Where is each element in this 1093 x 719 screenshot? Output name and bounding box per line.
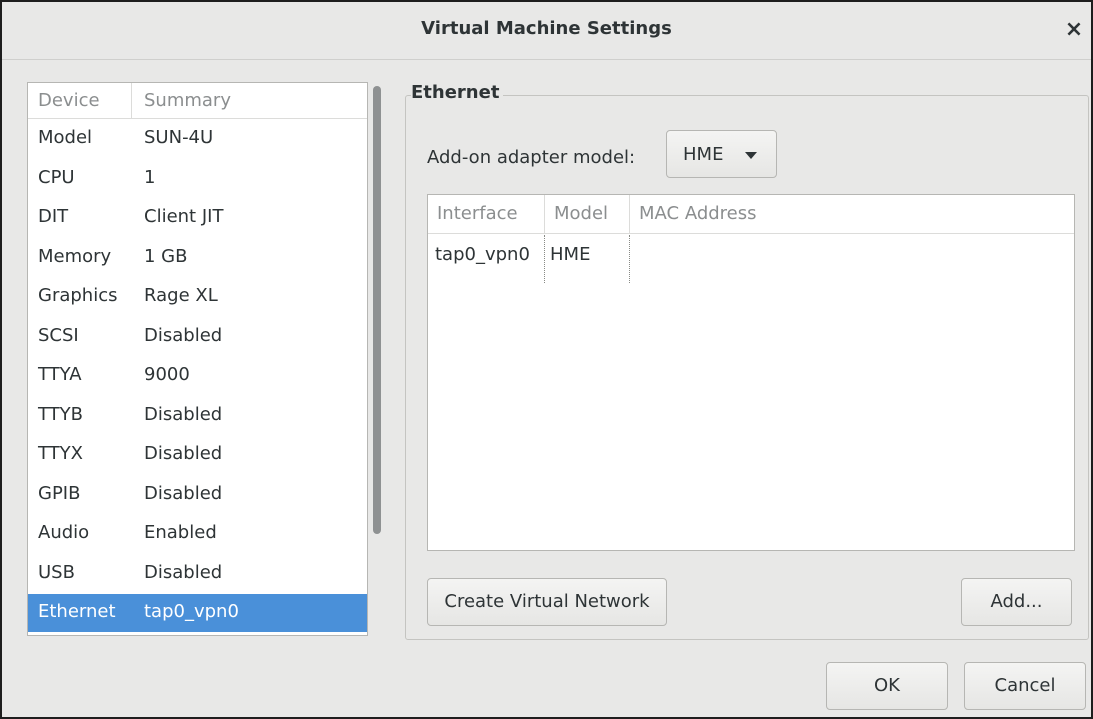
device-list[interactable]: Device Summary Model SUN-4U CPU 1 DIT Client … — [27, 82, 368, 636]
cell-separator — [629, 235, 630, 283]
column-header-device[interactable]: Device — [38, 90, 100, 111]
header-divider — [428, 233, 1074, 234]
cell-separator — [544, 235, 545, 283]
device-row-ethernet[interactable]: Ethernet tap0_vpn0 — [28, 594, 367, 632]
device-summary: Disabled — [144, 443, 223, 464]
cancel-button[interactable]: Cancel — [964, 662, 1086, 710]
vm-settings-dialog: Virtual Machine Settings × Device Summar… — [0, 0, 1093, 719]
device-summary: 9000 — [144, 364, 190, 385]
column-separator — [544, 195, 545, 233]
device-summary: Enabled — [144, 522, 217, 543]
adapter-model-label: Add-on adapter model: — [427, 147, 636, 168]
column-separator — [131, 83, 132, 119]
close-icon[interactable]: × — [1061, 16, 1087, 44]
ok-button[interactable]: OK — [826, 662, 948, 710]
device-summary: Rage XL — [144, 285, 218, 306]
interface-table[interactable]: Interface Model MAC Address tap0_vpn0 HM… — [427, 194, 1075, 551]
device-summary: 1 GB — [144, 245, 188, 267]
adapter-model-value: HME — [683, 144, 724, 165]
device-name: SCSI — [38, 324, 79, 346]
device-row-memory[interactable]: Memory 1 GB — [28, 239, 367, 277]
create-virtual-network-button[interactable]: Create Virtual Network — [427, 578, 667, 626]
device-summary: tap0_vpn0 — [144, 601, 239, 622]
device-name: Graphics — [38, 285, 118, 306]
scrollbar-thumb[interactable] — [373, 86, 381, 534]
title-bar: Virtual Machine Settings × — [2, 2, 1091, 60]
device-row-scsi[interactable]: SCSI Disabled — [28, 318, 367, 356]
device-summary: Disabled — [144, 482, 223, 504]
device-name: Memory — [38, 245, 112, 267]
ethernet-frame-label: Ethernet — [411, 82, 504, 103]
device-name: USB — [38, 561, 75, 583]
column-separator — [629, 195, 630, 233]
column-header-mac-address[interactable]: MAC Address — [639, 203, 757, 224]
device-row-ttyx[interactable]: TTYX Disabled — [28, 436, 367, 474]
device-row-cpu[interactable]: CPU 1 — [28, 160, 367, 198]
device-row-graphics[interactable]: Graphics Rage XL — [28, 278, 367, 316]
device-row-dit[interactable]: DIT Client JIT — [28, 199, 367, 237]
device-row-ttyb[interactable]: TTYB Disabled — [28, 397, 367, 435]
device-row-model[interactable]: Model SUN-4U — [28, 120, 367, 158]
device-name: TTYA — [38, 364, 82, 385]
device-name: TTYX — [38, 443, 83, 464]
device-summary: Client JIT — [144, 206, 224, 227]
device-name: GPIB — [38, 482, 81, 504]
chevron-down-icon — [745, 152, 757, 159]
device-list-header: Device Summary — [28, 83, 367, 119]
device-row-gpib[interactable]: GPIB Disabled — [28, 476, 367, 514]
device-name: TTYB — [38, 403, 84, 425]
device-name: DIT — [38, 206, 69, 227]
device-summary: Disabled — [144, 403, 223, 425]
device-list-scrollbar[interactable] — [370, 82, 384, 636]
column-header-interface[interactable]: Interface — [437, 203, 518, 224]
device-summary: SUN-4U — [144, 127, 214, 148]
device-row-usb[interactable]: USB Disabled — [28, 555, 367, 593]
column-header-summary[interactable]: Summary — [144, 90, 231, 111]
device-summary: Disabled — [144, 324, 223, 346]
cell-interface[interactable]: tap0_vpn0 — [435, 244, 530, 265]
column-header-model[interactable]: Model — [554, 203, 608, 224]
device-summary: Disabled — [144, 561, 223, 583]
adapter-model-dropdown[interactable]: HME — [666, 130, 777, 178]
device-row-ttya[interactable]: TTYA 9000 — [28, 357, 367, 395]
device-name: Audio — [38, 522, 90, 543]
device-summary: 1 — [144, 166, 156, 188]
device-name: Ethernet — [38, 601, 116, 622]
window-title: Virtual Machine Settings — [421, 18, 672, 39]
cell-model[interactable]: HME — [550, 244, 590, 265]
add-interface-button[interactable]: Add... — [961, 578, 1072, 626]
device-name: CPU — [38, 166, 75, 188]
device-name: Model — [38, 127, 93, 148]
device-row-audio[interactable]: Audio Enabled — [28, 515, 367, 553]
